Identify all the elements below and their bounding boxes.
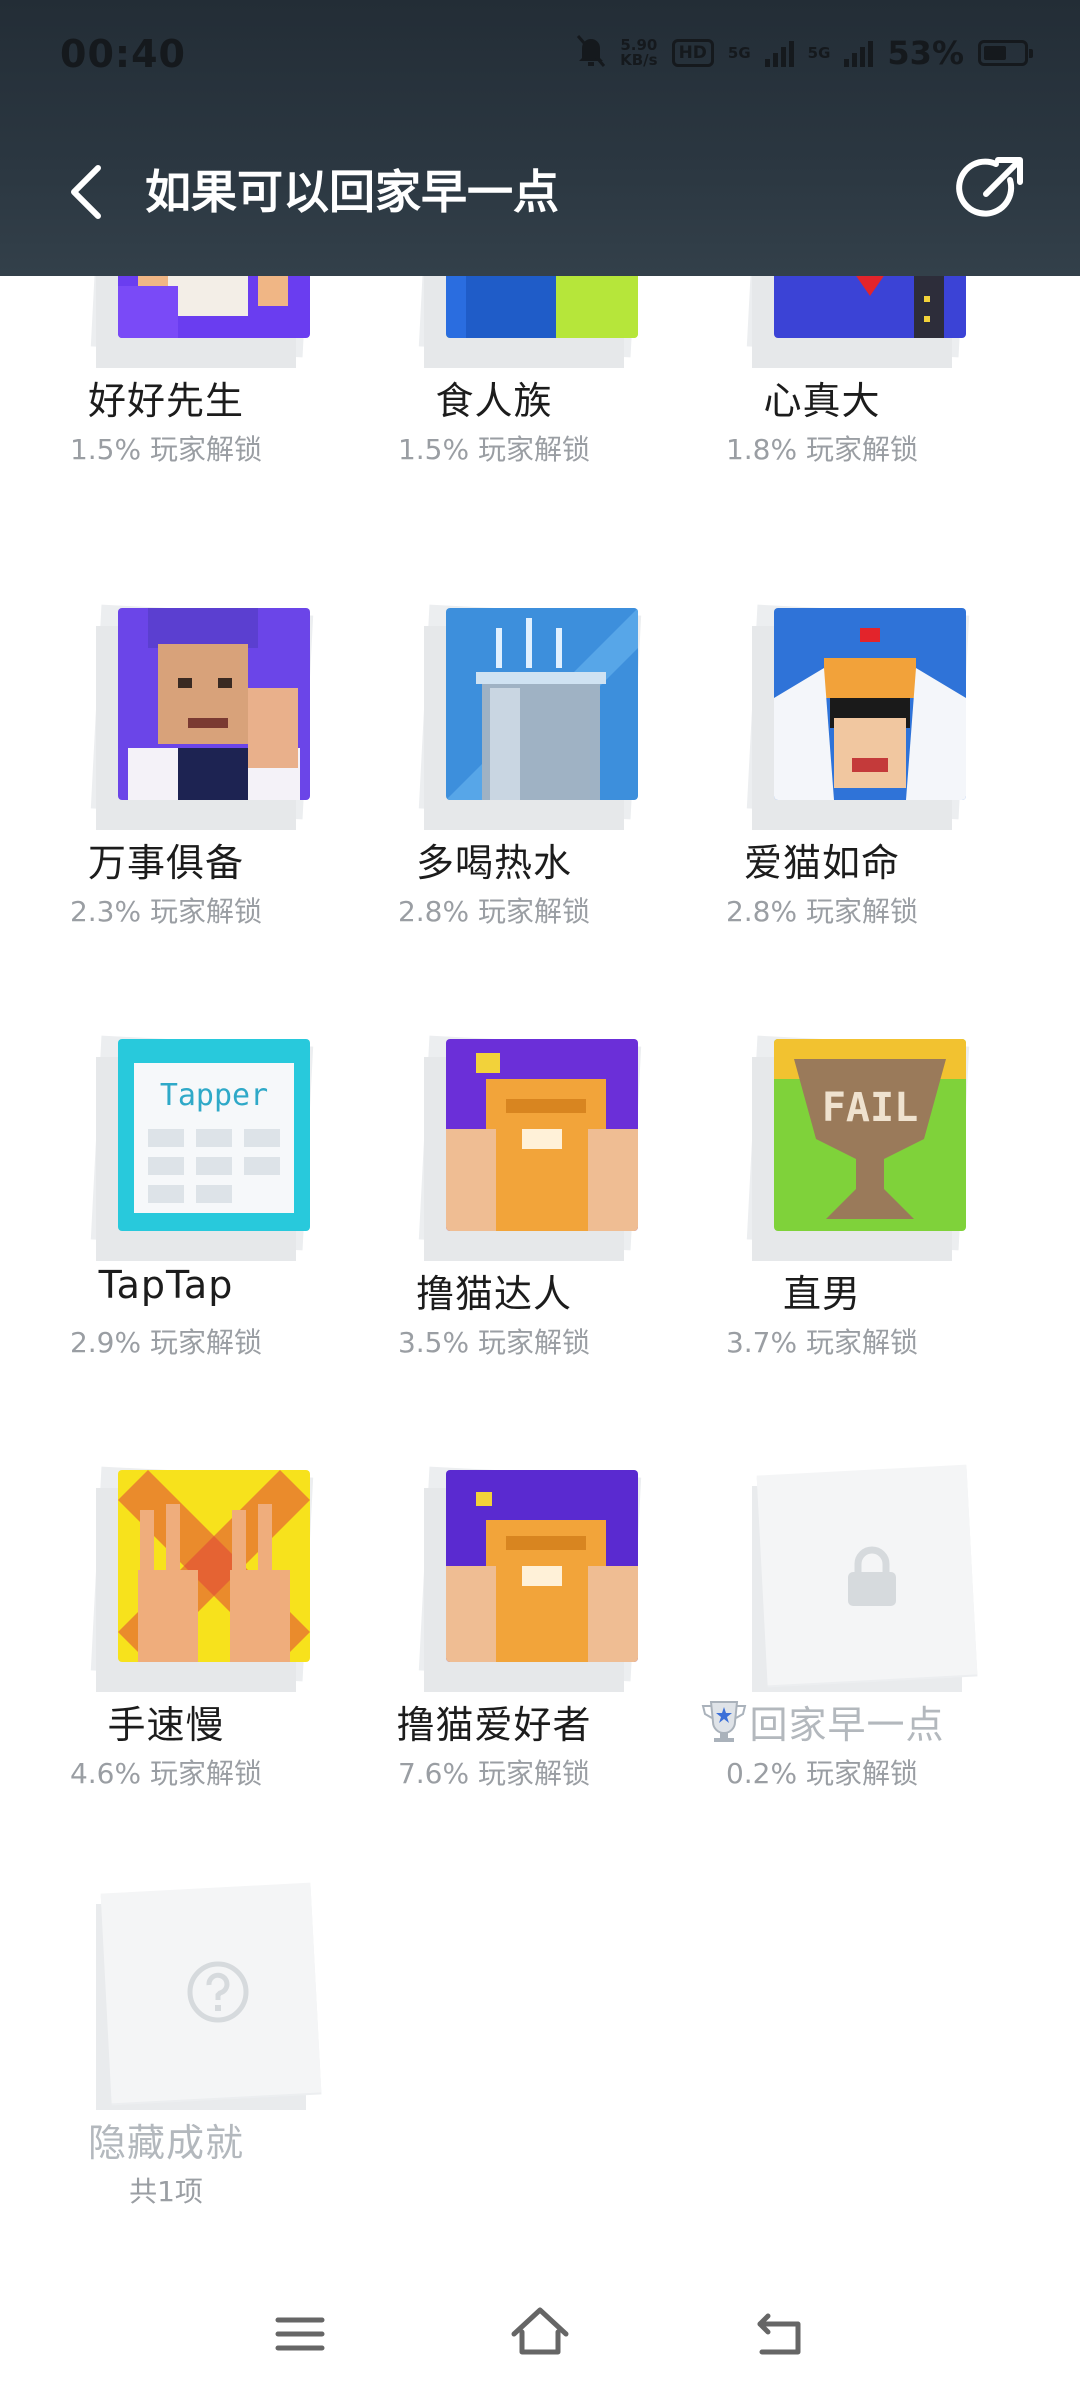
home-button[interactable] — [508, 2302, 572, 2366]
pixel-petting-cat-art — [446, 1470, 638, 1662]
achievement-stat: 共1项 — [129, 2175, 203, 2208]
back-arrow-icon — [757, 2313, 801, 2355]
hd-badge: HD — [671, 39, 714, 67]
achievement-stat: 1.8% 玩家解锁 — [725, 433, 919, 466]
tapper-logo-text: Tapper — [160, 1078, 268, 1113]
lock-icon — [846, 1546, 898, 1608]
pixel-cat-on-head-art — [774, 608, 966, 800]
menu-button[interactable] — [268, 2302, 332, 2366]
question-mark-icon — [186, 1960, 250, 2024]
network-type-2: 5G — [807, 43, 831, 62]
network-type-1: 5G — [727, 43, 751, 62]
achievement-name: 直男 — [782, 1272, 861, 1316]
pixel-tapper-app-art: Tapper — [118, 1039, 310, 1231]
pixel-peace-hands-art — [118, 1470, 310, 1662]
achievement-name: 心真大 — [763, 379, 881, 423]
pixel-ok-hand-man-art — [118, 608, 310, 800]
achievement-name: 隐藏成就 — [87, 2121, 244, 2165]
signal-icon — [844, 39, 874, 67]
page-title: 如果可以回家早一点 — [145, 165, 559, 219]
mute-icon — [576, 34, 606, 72]
status-bar: 00:40 5.90 KB/s HD 5G 5G 53% — [0, 0, 1080, 110]
system-nav-bar — [0, 2272, 1080, 2400]
battery-percent: 53% — [887, 34, 964, 72]
battery-icon — [978, 40, 1033, 66]
top-bar: 00:40 5.90 KB/s HD 5G 5G 53% 如果可以回家早一点 — [0, 0, 1080, 276]
share-icon — [956, 157, 1023, 217]
fail-text: FAIL — [822, 1085, 918, 1131]
achievement-stat: 2.8% 玩家解锁 — [725, 895, 919, 928]
status-time: 00:40 — [60, 32, 186, 76]
chevron-left-icon — [71, 165, 101, 219]
pixel-petting-cat-art — [446, 1039, 638, 1231]
home-icon — [511, 2307, 569, 2355]
pixel-fail-trophy-art: FAIL — [774, 1039, 966, 1231]
achievement-name: 回家早一点 — [749, 1703, 945, 1747]
achievement-stat: 0.2% 玩家解锁 — [725, 1757, 919, 1790]
achievement-grid: 好好先生 1.5% 玩家解锁 食人族 1.5% 玩家解锁 心真大 1.8% 玩家… — [0, 0, 1080, 2400]
signal-icon — [764, 39, 794, 67]
share-button[interactable] — [952, 152, 1028, 228]
achievement-stat: 3.7% 玩家解锁 — [725, 1326, 919, 1359]
trophy-icon — [699, 1698, 749, 1744]
achievement-name: 爱猫如命 — [743, 841, 900, 885]
back-button[interactable] — [62, 160, 116, 224]
menu-icon — [275, 2317, 325, 2351]
pixel-hot-water-glass-art — [446, 608, 638, 800]
back-nav-button[interactable] — [748, 2302, 812, 2366]
net-speed: 5.90 KB/s — [620, 36, 658, 69]
